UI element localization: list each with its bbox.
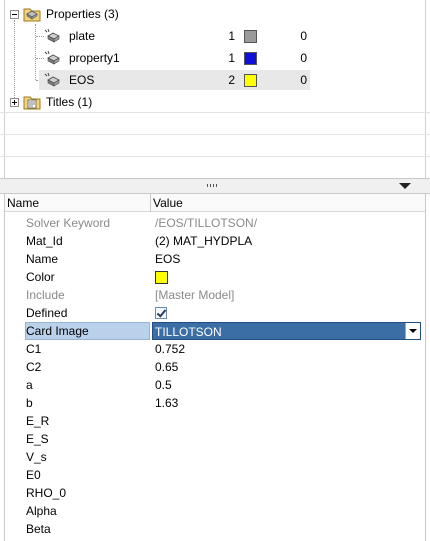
property-row[interactable]: Name EOS [5,250,425,268]
property-name: RHO_0 [26,486,67,500]
property-row[interactable]: C2 0.65 [5,358,425,376]
dropdown-arrow-icon[interactable] [399,183,411,189]
property-name: Alpha [26,504,57,518]
property-icon [44,28,60,43]
property-row[interactable]: C1 0.752 [5,340,425,358]
property-value: /EOS/TILLOTSON/ [155,216,258,230]
tree-titles-label[interactable]: Titles (1) [46,95,92,109]
tree-item-label[interactable]: plate [69,29,95,43]
tree-item-id: 1 [228,29,235,43]
property-row-selected[interactable]: Card Image TILLOTSON [5,322,425,340]
property-name: E_R [26,414,50,428]
property-icon [44,72,60,87]
tree-item-id: 1 [228,51,235,65]
card-image-select[interactable]: TILLOTSON [152,322,421,340]
property-value[interactable]: 0.65 [155,360,178,374]
tree-item-label[interactable]: EOS [69,73,94,87]
property-row[interactable]: E_R [5,412,425,430]
property-row[interactable]: Color [5,268,425,286]
property-row[interactable]: Solver Keyword /EOS/TILLOTSON/ [5,214,425,232]
tree-properties-label[interactable]: Properties (3) [46,7,119,21]
tree-connector [36,36,44,37]
property-name: V_s [26,450,47,464]
property-row[interactable]: Alpha [5,502,425,520]
grid-header: Name Value [5,194,425,212]
folder-icon [23,96,41,110]
header-value[interactable]: Value [153,196,183,210]
property-name: Defined [26,306,68,320]
property-name: Include [26,288,65,302]
property-row[interactable]: Mat_Id (2) MAT_HYDPLA [5,232,425,250]
property-name: Color [26,270,55,284]
tree-connector [14,20,15,102]
tree-item-label[interactable]: property1 [69,51,120,65]
header-name[interactable]: Name [7,196,39,210]
property-icon [44,50,60,65]
property-name: b [26,396,33,410]
tree-connector [35,24,36,80]
color-swatch[interactable] [244,52,257,65]
property-value: TILLOTSON [155,325,222,339]
tree-gridline [0,112,430,113]
property-value[interactable]: (2) MAT_HYDPLA [155,234,252,248]
property-grid: Name Value Solver Keyword /EOS/TILLOTSON… [4,194,426,541]
color-swatch[interactable] [244,30,257,43]
color-picker[interactable] [155,271,168,284]
tree-right-border [425,0,426,178]
folder-icon [23,8,41,22]
property-row[interactable]: E0 [5,466,425,484]
property-name: Mat_Id [26,234,63,248]
property-row[interactable]: E_S [5,430,425,448]
property-value[interactable]: EOS [155,252,180,266]
property-row[interactable]: Defined [5,304,425,322]
property-name: Card Image [26,324,89,338]
property-name: Solver Keyword [26,216,111,230]
property-value[interactable]: 0.752 [155,342,185,356]
property-row[interactable]: a 0.5 [5,376,425,394]
property-value[interactable]: 1.63 [155,396,178,410]
property-name: Beta [26,522,51,536]
tree-item-id: 2 [228,73,235,87]
chevron-down-icon[interactable] [405,323,420,339]
property-row[interactable]: V_s [5,448,425,466]
tree-item-value: 0 [300,51,307,65]
tree-item-value: 0 [300,73,307,87]
tree-gridline [0,134,430,135]
property-row[interactable]: RHO_0 [5,484,425,502]
model-tree: Properties (3) plate 1 0 property1 1 0 E… [0,0,430,178]
property-value: [Master Model] [155,288,235,302]
property-name: C1 [26,342,42,356]
expand-icon[interactable] [10,98,19,107]
property-name: E0 [26,468,41,482]
property-name: C2 [26,360,42,374]
property-value[interactable]: 0.5 [155,378,172,392]
property-name: a [26,378,33,392]
defined-checkbox[interactable] [155,307,167,319]
panel-splitter[interactable] [0,178,430,194]
property-name: Name [26,252,59,266]
property-row[interactable]: Include [Master Model] [5,286,425,304]
tree-left-border [4,0,5,178]
property-name: E_S [26,432,49,446]
tree-connector [36,58,44,59]
property-row[interactable]: b 1.63 [5,394,425,412]
collapse-icon[interactable] [10,10,19,19]
tree-item-value: 0 [300,29,307,43]
property-row[interactable]: Beta [5,520,425,538]
header-separator[interactable] [150,194,151,212]
tree-gridline [0,156,430,157]
splitter-grip-icon[interactable] [207,184,217,187]
color-swatch[interactable] [244,74,257,87]
